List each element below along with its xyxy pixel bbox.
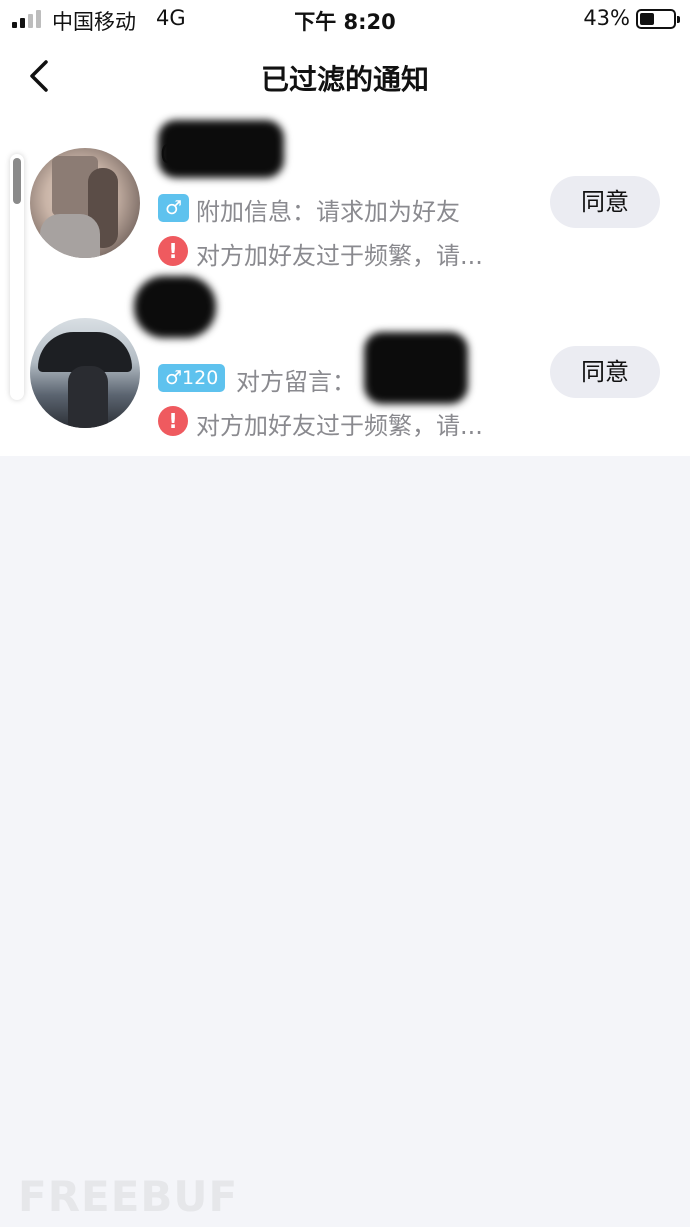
request-list[interactable]: 0 ♂ 附加信息：请求加为好友 ! 对方加好友过于频繁，请... 同意 ♂120… — [0, 116, 690, 456]
watermark-logo: FREEBUF — [18, 1172, 239, 1221]
gender-age-tag: ♂120 — [158, 364, 226, 392]
request-info: 附加信息：请求加为好友 — [196, 198, 460, 226]
page-title: 已过滤的通知 — [260, 63, 429, 96]
battery-level — [640, 13, 654, 25]
agree-button[interactable]: 同意 — [550, 176, 660, 228]
nav-bar: 已过滤的通知 — [0, 38, 690, 116]
scrollbar[interactable] — [10, 154, 24, 400]
warning-message: 对方加好友过于频繁，请... — [196, 412, 483, 440]
warning-icon: ! — [158, 406, 188, 436]
warning-message: 对方加好友过于频繁，请... — [196, 242, 483, 270]
warning-icon: ! — [158, 236, 188, 266]
agree-button[interactable]: 同意 — [550, 346, 660, 398]
redacted-name — [158, 120, 284, 178]
filtered-notifications-screen: 中国移动 4G 下午 8:20 43% 已过滤的通知 0 ♂ 附加信息： — [0, 0, 690, 1227]
scroll-thumb[interactable] — [13, 158, 21, 204]
list-item[interactable]: ♂120 对方留言： ! 对方加好友过于频繁，请... 同意 — [0, 276, 690, 456]
request-message: 对方留言： — [236, 368, 356, 396]
battery-icon — [636, 9, 680, 29]
avatar[interactable] — [30, 318, 140, 428]
avatar[interactable] — [30, 148, 140, 258]
status-bar: 中国移动 4G 下午 8:20 43% — [0, 0, 690, 38]
list-item[interactable]: 0 ♂ 附加信息：请求加为好友 ! 对方加好友过于频繁，请... 同意 — [0, 116, 690, 286]
redacted-message — [364, 332, 468, 404]
gender-tag: ♂ — [158, 194, 190, 222]
redacted-name — [134, 276, 216, 338]
battery-percent: 43% — [583, 6, 630, 30]
